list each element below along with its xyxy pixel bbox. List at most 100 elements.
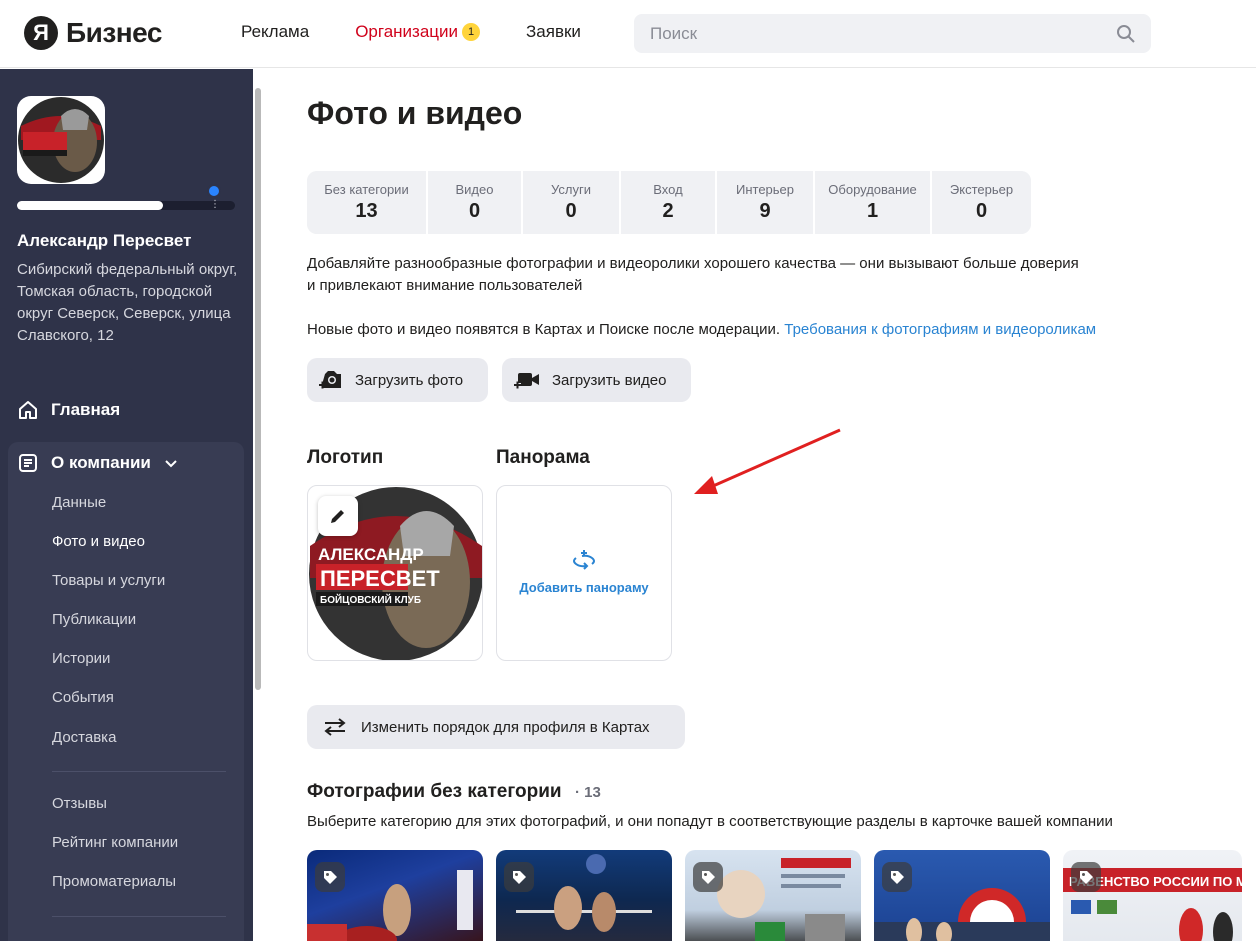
stat-value: 13 — [355, 200, 378, 222]
logo-line-1: АЛЕКСАНДР — [318, 545, 424, 564]
sidebar-group-toggle[interactable]: О компании — [17, 452, 179, 474]
photo-thumbnail[interactable] — [874, 850, 1050, 941]
panorama-section-title: Панорама — [496, 447, 590, 468]
stat-video[interactable]: Видео 0 — [428, 171, 523, 234]
button-label: Загрузить фото — [355, 371, 464, 389]
menu-divider — [52, 916, 226, 917]
sidebar: ⋮ Александр Пересвет Сибирский федеральн… — [0, 69, 253, 941]
yandex-logo-icon: Я — [24, 16, 58, 50]
search-input[interactable] — [634, 14, 1151, 53]
stat-value: 0 — [975, 200, 988, 222]
category-stats: Без категории 13 Видео 0 Услуги 0 Вход 2 Инт… — [307, 171, 1031, 234]
sidebar-item-data[interactable]: Данные — [52, 494, 106, 511]
stat-uncategorized[interactable]: Без категории 13 — [307, 171, 428, 234]
stat-label: Вход — [653, 182, 683, 197]
stat-equipment[interactable]: Оборудование 1 — [815, 171, 932, 234]
edit-logo-button[interactable] — [318, 496, 358, 536]
sidebar-item-publications[interactable]: Публикации — [52, 611, 136, 628]
stat-entrance[interactable]: Вход 2 — [621, 171, 717, 234]
panorama-icon — [573, 550, 595, 570]
stat-label: Экстерьер — [949, 182, 1014, 197]
nav-organizations[interactable]: Организации 1 — [355, 22, 481, 42]
photo-thumbnail[interactable] — [307, 850, 483, 941]
profile-completeness-bar[interactable] — [17, 201, 235, 210]
logo-section-title: Логотип — [307, 447, 384, 468]
search-icon[interactable] — [1116, 24, 1136, 44]
stat-exterior[interactable]: Экстерьер 0 — [932, 171, 1031, 234]
category-tag-icon[interactable] — [504, 862, 534, 892]
add-panorama-label: Добавить панораму — [519, 580, 649, 595]
home-icon — [19, 401, 37, 419]
progress-fill — [17, 201, 164, 210]
upload-photo-button[interactable]: Загрузить фото — [307, 358, 488, 402]
verified-icon — [207, 184, 221, 198]
button-label: Изменить порядок для профиля в Картах — [361, 718, 650, 736]
photo-thumbnail[interactable] — [685, 850, 861, 941]
description-line: Добавляйте разнообразные фотографии и ви… — [307, 255, 1079, 272]
stat-value: 0 — [468, 200, 481, 222]
category-tag-icon[interactable] — [315, 862, 345, 892]
logo-text: Бизнес — [66, 17, 162, 48]
sidebar-item-events[interactable]: События — [52, 689, 114, 706]
stat-value: 2 — [662, 200, 674, 222]
company-avatar[interactable] — [17, 96, 105, 184]
more-icon[interactable]: ⋮ — [210, 200, 220, 210]
sidebar-item-label: Главная — [51, 400, 121, 419]
requirements-link[interactable]: Требования к фотографиям и видеороликам — [784, 321, 1096, 338]
stat-label: Без категории — [324, 182, 409, 197]
logo-card[interactable]: АЛЕКСАНДР ПЕРЕСВЕТ БОЙЦОВСКИЙ КЛУБ — [307, 485, 483, 661]
sidebar-item-home[interactable]: Главная — [17, 399, 120, 421]
stat-value: 0 — [565, 200, 577, 222]
uncategorized-photos: РАВЕНСТВО РОССИИ ПО МУАЙТ — [307, 850, 1242, 941]
sidebar-item-reviews[interactable]: Отзывы — [52, 795, 107, 812]
nav-advertising[interactable]: Реклама — [241, 22, 309, 42]
stat-label: Услуги — [551, 182, 591, 197]
fight-club-logo-image — [18, 97, 104, 183]
stat-label: Оборудование — [828, 182, 917, 197]
logo-line-3: БОЙЦОВСКИЙ КЛУБ — [320, 593, 421, 606]
sidebar-scrollbar[interactable] — [255, 88, 261, 690]
button-label: Загрузить видео — [552, 371, 667, 389]
sidebar-group-title: О компании — [51, 453, 151, 472]
moderation-note: Новые фото и видео появятся в Картах и П… — [307, 319, 1096, 341]
uncategorized-title: Фотографии без категории — [307, 781, 562, 802]
stat-label: Интерьер — [735, 182, 795, 197]
main-content: Фото и видео Без категории 13 Видео 0 Услу… — [307, 69, 1256, 941]
nav-label: Реклама — [241, 22, 310, 41]
sidebar-item-stories[interactable]: Истории — [52, 650, 110, 667]
add-panorama-button[interactable]: Добавить панораму — [497, 550, 671, 595]
stat-label: Видео — [455, 182, 494, 197]
org-name: Александр Пересвет — [17, 231, 192, 250]
stat-services[interactable]: Услуги 0 — [523, 171, 621, 234]
menu-divider — [52, 771, 226, 772]
category-tag-icon[interactable] — [693, 862, 723, 892]
description: Добавляйте разнообразные фотографии и ви… — [307, 253, 1127, 297]
org-address: Сибирский федеральный округ, Томская обл… — [17, 261, 238, 344]
sidebar-item-delivery[interactable]: Доставка — [52, 729, 116, 746]
pencil-icon — [331, 510, 344, 523]
stat-interior[interactable]: Интерьер 9 — [717, 171, 815, 234]
uncategorized-hint: Выберите категорию для этих фотографий, … — [307, 813, 1113, 830]
sidebar-item-goods[interactable]: Товары и услуги — [52, 572, 165, 589]
swap-arrows-icon — [324, 718, 346, 736]
sidebar-item-promo[interactable]: Промоматериалы — [52, 873, 176, 890]
category-tag-icon[interactable] — [882, 862, 912, 892]
sidebar-group-company: О компании Данные Фото и видео Товары и … — [8, 442, 244, 941]
sidebar-item-photo-video[interactable]: Фото и видео — [52, 533, 145, 550]
top-nav: Реклама Организации 1 Заявки — [241, 22, 581, 42]
camera-add-icon — [319, 371, 341, 389]
photo-thumbnail[interactable]: РАВЕНСТВО РОССИИ ПО МУАЙТ — [1063, 850, 1242, 941]
yandex-business-logo[interactable]: Я Бизнес — [24, 16, 162, 50]
top-bar: Я Бизнес Реклама Организации 1 Заявки — [0, 0, 1256, 68]
panorama-card[interactable]: Добавить панораму — [496, 485, 672, 661]
moderation-text: Новые фото и видео появятся в Картах и П… — [307, 321, 781, 338]
reorder-button[interactable]: Изменить порядок для профиля в Картах — [307, 705, 685, 749]
category-tag-icon[interactable] — [1071, 862, 1101, 892]
uncategorized-count: · 13 — [575, 784, 601, 801]
nav-requests[interactable]: Заявки — [526, 22, 581, 42]
upload-video-button[interactable]: Загрузить видео — [502, 358, 691, 402]
photo-thumbnail[interactable] — [496, 850, 672, 941]
nav-label: Организации — [355, 22, 459, 41]
sidebar-item-rating[interactable]: Рейтинг компании — [52, 834, 178, 851]
description-line: и привлекают внимание пользователей — [307, 277, 583, 294]
